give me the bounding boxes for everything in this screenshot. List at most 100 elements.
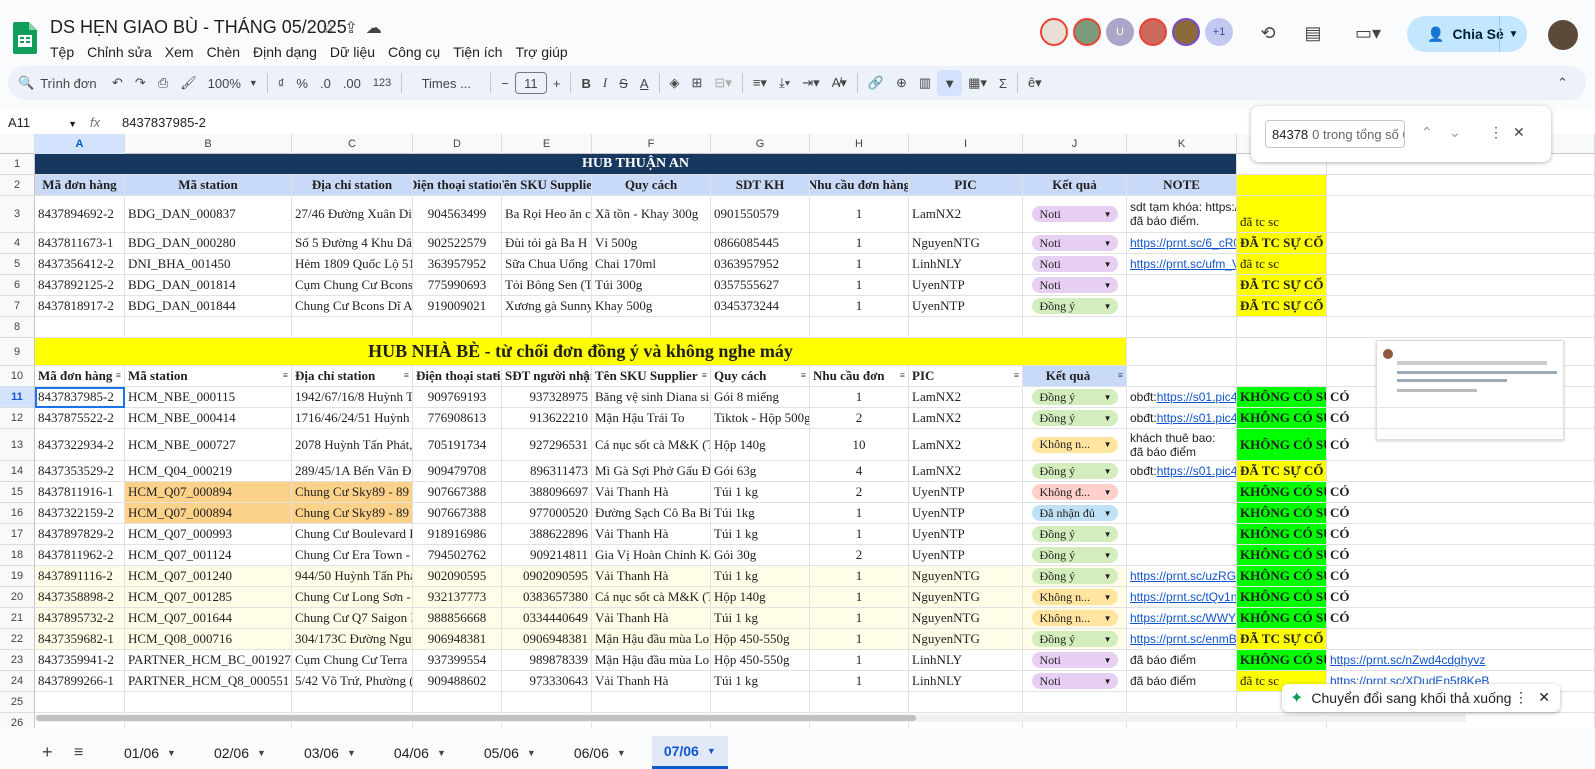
result-cell[interactable]: Noti ▼ — [1023, 254, 1127, 275]
insert-link-icon[interactable]: 🔗 — [862, 70, 890, 96]
order-id-cell[interactable]: 8437811673-1 — [35, 233, 125, 254]
order-id-cell[interactable]: 8437359682-1 — [35, 629, 125, 650]
percent-format-button[interactable]: % — [290, 70, 314, 96]
share-dropdown-icon[interactable]: ▼ — [1499, 16, 1527, 52]
station-code-cell[interactable]: PARTNER_HCM_BC_001927 — [125, 650, 292, 671]
station-address-cell[interactable]: 1716/46/24/51 Huỳnh — [292, 408, 413, 429]
filter-icon[interactable]: ≡ — [116, 370, 121, 380]
station-code-cell[interactable]: HCM_Q04_000219 — [125, 461, 292, 482]
demand-cell[interactable]: 1 — [810, 629, 909, 650]
column-header[interactable]: J — [1023, 134, 1127, 154]
sku-cell[interactable]: Mận Hậu đầu mùa Lo — [592, 650, 711, 671]
station-phone-cell[interactable]: 919009021 — [413, 296, 502, 317]
status-chip[interactable]: Đồng ý ▼ — [1031, 526, 1118, 542]
note-cell[interactable]: https://prnt.sc/ufm_V — [1127, 254, 1237, 275]
avatar[interactable]: U — [1106, 18, 1134, 46]
demand-cell[interactable]: 1 — [810, 387, 909, 408]
station-address-cell[interactable]: 944/50 Huỳnh Tấn Pha — [292, 566, 413, 587]
sku-cell[interactable]: Đường Sạch Cô Ba Bi — [592, 503, 711, 524]
station-phone-cell[interactable]: 904563499 — [413, 196, 502, 233]
customer-phone-cell[interactable]: 0363957952 — [711, 254, 810, 275]
note-cell[interactable] — [1127, 503, 1237, 524]
extra-cell[interactable]: CÓ — [1327, 587, 1595, 608]
recipient-phone-cell[interactable]: 0334440649 — [502, 608, 592, 629]
empty-cell[interactable] — [1327, 275, 1595, 296]
sheet-tab-active[interactable]: 07/06 ▼ — [651, 736, 728, 769]
status-chip[interactable]: Đồng ý ▼ — [1031, 568, 1118, 584]
note-cell[interactable]: đã báo điểm — [1127, 671, 1237, 692]
pic-cell[interactable]: LamNX2 — [909, 196, 1023, 233]
note-cell[interactable] — [1127, 482, 1237, 503]
station-phone-cell[interactable]: 775990693 — [413, 275, 502, 296]
extra-cell[interactable]: CÓ — [1327, 566, 1595, 587]
station-address-cell[interactable]: 304/173C Đường Nguy — [292, 629, 413, 650]
station-address-cell[interactable]: Số 5 Đường 4 Khu Dâ — [292, 233, 413, 254]
print-icon[interactable]: ⎙ — [152, 70, 174, 96]
recipient-phone-cell[interactable]: 388096697 — [502, 482, 592, 503]
menu-file[interactable]: Tệp — [50, 44, 81, 60]
customer-phone-cell[interactable]: 0357555627 — [711, 275, 810, 296]
insert-chart-icon[interactable]: ▥ — [913, 70, 937, 96]
demand-cell[interactable]: 1 — [810, 275, 909, 296]
status-label-cell[interactable]: ĐÃ TC SỰ CỐ — [1237, 296, 1327, 317]
row-header[interactable]: 25 — [0, 692, 35, 713]
empty-cell[interactable] — [292, 692, 413, 713]
column-header[interactable]: B — [125, 134, 292, 154]
demand-cell[interactable]: 2 — [810, 408, 909, 429]
pic-cell[interactable]: LamNX2 — [909, 387, 1023, 408]
recipient-phone-cell[interactable]: 989878339 — [502, 650, 592, 671]
result-cell[interactable]: Noti ▼ — [1023, 650, 1127, 671]
note-cell[interactable] — [1127, 524, 1237, 545]
redo-icon[interactable]: ↷ — [129, 70, 152, 96]
pic-cell[interactable]: LinhNLY — [909, 671, 1023, 692]
menu-view[interactable]: Xem — [165, 44, 201, 60]
filter-icon[interactable]: ≡ — [493, 370, 498, 380]
font-size-input[interactable]: 11 — [514, 72, 547, 94]
sku-cell[interactable]: Vải Thanh Hà — [592, 671, 711, 692]
table-header[interactable]: Mã station — [125, 175, 292, 196]
currency-format-button[interactable]: ₫ — [272, 70, 291, 96]
recipient-phone-cell[interactable]: 896311473 — [502, 461, 592, 482]
filter-icon[interactable]: ≡ — [583, 370, 588, 380]
empty-cell[interactable] — [413, 692, 502, 713]
close-icon[interactable]: ✕ — [1538, 689, 1550, 706]
result-cell[interactable]: Không đ... ▼ — [1023, 482, 1127, 503]
spec-cell[interactable]: Gói 8 miếng — [711, 387, 810, 408]
note-cell[interactable]: https://prnt.sc/tQv1n — [1127, 587, 1237, 608]
station-address-cell[interactable]: Chung Cư Q7 Saigon I — [292, 608, 413, 629]
station-code-cell[interactable]: BDG_DAN_000280 — [125, 233, 292, 254]
recipient-phone-cell[interactable]: 909214811 — [502, 545, 592, 566]
bold-icon[interactable]: B — [575, 70, 596, 96]
empty-cell[interactable] — [125, 317, 292, 338]
spec-cell[interactable]: Xã tồn - Khay 300g — [592, 196, 711, 233]
result-cell[interactable]: Đồng ý ▼ — [1023, 387, 1127, 408]
empty-cell[interactable] — [909, 317, 1023, 338]
sku-cell[interactable]: Xương gà Sunny — [502, 296, 592, 317]
spec-cell[interactable]: Hộp 450-550g — [711, 629, 810, 650]
status-chip[interactable]: Đồng ý ▼ — [1031, 298, 1118, 314]
empty-cell[interactable] — [502, 692, 592, 713]
row-header[interactable]: 10 — [0, 366, 35, 387]
menu-search[interactable]: 🔍 Trình đơn — [8, 70, 106, 96]
pic-cell[interactable]: UyenNTP — [909, 275, 1023, 296]
spec-cell[interactable]: Túi 1kg — [711, 503, 810, 524]
sku-cell[interactable]: Vải Thanh Hà — [592, 524, 711, 545]
spec-cell[interactable]: Túi 1 kg — [711, 671, 810, 692]
result-cell[interactable]: Đồng ý ▼ — [1023, 524, 1127, 545]
recipient-phone-cell[interactable]: 0906948381 — [502, 629, 592, 650]
find-previous-icon[interactable]: ⌃ — [1421, 124, 1433, 141]
pic-cell[interactable]: NguyenNTG — [909, 233, 1023, 254]
station-address-cell[interactable]: Cụm Chung Cư Terra — [292, 650, 413, 671]
more-collaborators-badge[interactable]: +1 — [1205, 18, 1233, 46]
spec-cell[interactable]: Túi 1 kg — [711, 608, 810, 629]
station-phone-cell[interactable]: 902522579 — [413, 233, 502, 254]
station-address-cell[interactable]: Chung Cư Long Sơn - — [292, 587, 413, 608]
avatar[interactable] — [1040, 18, 1068, 46]
order-id-cell[interactable]: 8437322159-2 — [35, 503, 125, 524]
table-header[interactable]: Tên SKU Supplier — [502, 175, 592, 196]
sku-cell[interactable]: Băng vệ sinh Diana si — [592, 387, 711, 408]
table-header[interactable]: Mã đơn hàng — [35, 175, 125, 196]
status-chip[interactable]: Không n... ▼ — [1031, 589, 1118, 605]
extra-cell[interactable]: CÓ — [1327, 482, 1595, 503]
filter-icon[interactable]: ≡ — [283, 370, 288, 380]
